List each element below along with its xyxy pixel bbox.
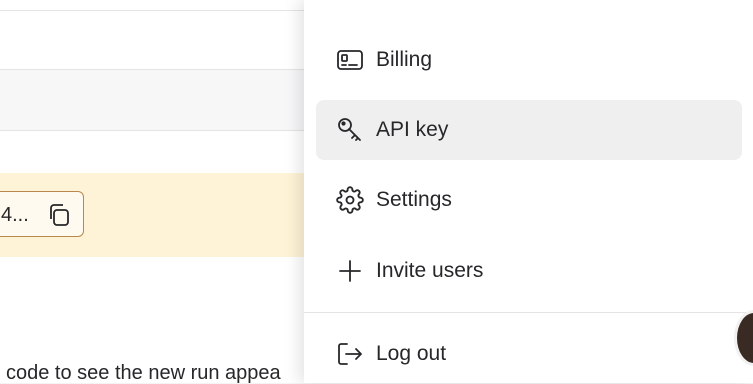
copy-icon[interactable] (47, 203, 71, 227)
user-menu: Billing API key Settings Invite users Lo… (304, 0, 753, 383)
menu-item-api-key[interactable]: API key (316, 100, 742, 160)
divider (0, 10, 304, 11)
menu-item-settings[interactable]: Settings (316, 170, 742, 230)
api-key-value: 4... (1, 204, 29, 226)
menu-item-invite-users[interactable]: Invite users (316, 241, 742, 301)
menu-item-label: API key (376, 118, 449, 141)
menu-item-log-out[interactable]: Log out (316, 324, 742, 384)
divider (0, 130, 304, 131)
plus-icon (336, 257, 364, 285)
menu-item-label: Billing (376, 48, 433, 71)
menu-divider (304, 312, 753, 313)
page-background: 4... code to see the new run appea (0, 0, 304, 383)
key-icon (336, 116, 364, 144)
menu-item-label: Settings (376, 188, 452, 211)
help-text: code to see the new run appea (6, 362, 281, 383)
menu-item-label: Invite users (376, 259, 484, 282)
gear-icon (336, 186, 364, 214)
api-key-field: 4... (0, 191, 84, 237)
menu-item-billing[interactable]: Billing (316, 30, 742, 90)
logout-icon (336, 340, 364, 368)
menu-item-label: Log out (376, 342, 447, 365)
billing-icon (336, 46, 364, 74)
table-row (0, 70, 304, 130)
